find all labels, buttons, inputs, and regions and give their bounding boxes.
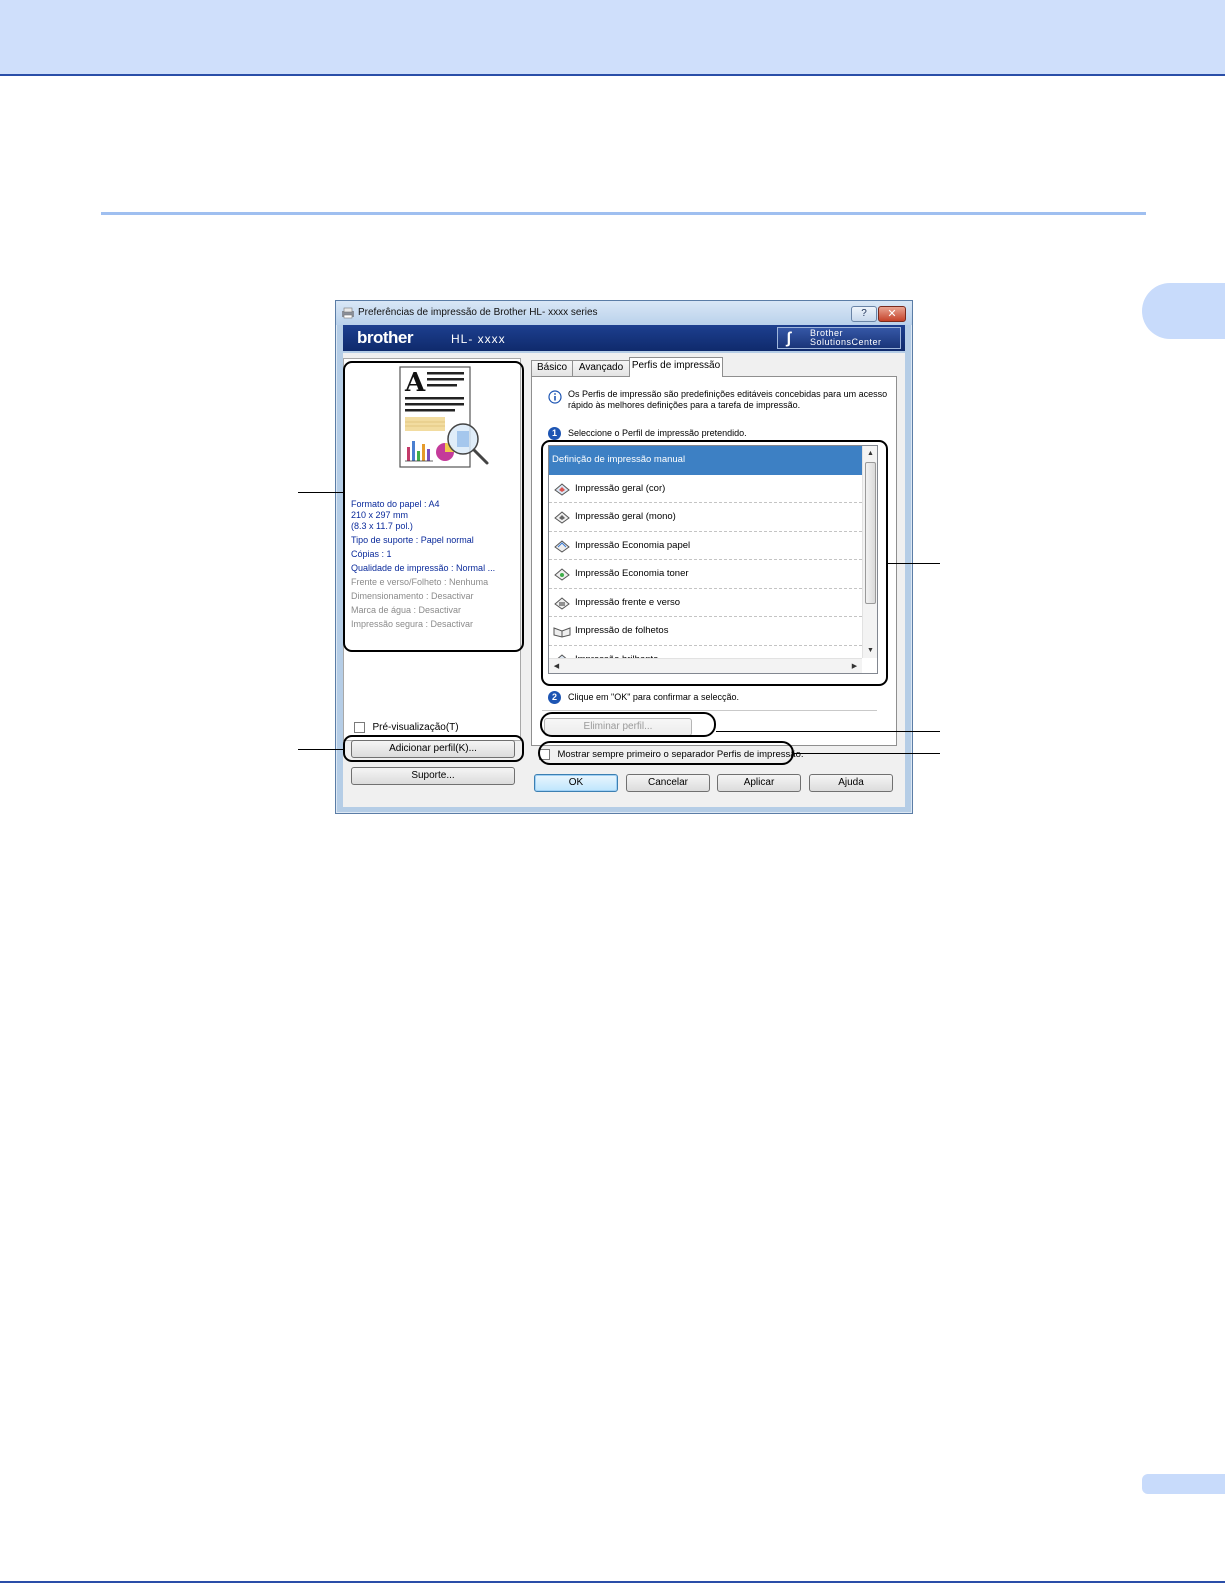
callout-leader-line [794, 753, 940, 754]
preview-checkbox-label: Pré-visualização(T) [372, 722, 459, 734]
ok-button[interactable]: OK [534, 774, 618, 792]
callout-leader-line [888, 563, 940, 564]
callout-leader-line [716, 731, 940, 732]
callout-leader-line [298, 492, 344, 493]
callout-settings-summary [343, 361, 524, 652]
brand-banner: brother HL- xxxx ʃ Brother SolutionsCent… [343, 325, 905, 351]
close-icon[interactable]: ✕ [878, 306, 906, 322]
divider [542, 710, 877, 711]
page-header-band [0, 0, 1225, 76]
step-1-badge: 1 [548, 427, 561, 440]
tab-basic[interactable]: Básico [531, 360, 573, 376]
support-button[interactable]: Suporte... [351, 767, 515, 785]
solutions-center-icon: ʃ [786, 330, 792, 347]
info-icon [548, 390, 562, 404]
help-icon[interactable]: ? [851, 306, 877, 322]
callout-delete-profile [540, 712, 716, 737]
callout-add-profile [343, 735, 524, 762]
profiles-description: Os Perfis de impressão são predefinições… [568, 389, 888, 410]
brother-logo: brother [357, 328, 414, 347]
model-name: HL- xxxx [451, 332, 506, 346]
preview-checkbox[interactable] [354, 722, 365, 734]
dialog-titlebar[interactable]: Preferências de impressão de Brother HL-… [336, 301, 912, 325]
help-button[interactable]: Ajuda [809, 774, 893, 792]
apply-button[interactable]: Aplicar [717, 774, 801, 792]
footer-rule [0, 1581, 1225, 1583]
callout-always-show-first [538, 741, 794, 765]
step-2-instruction: Clique em "OK" para confirmar a selecção… [568, 692, 739, 702]
callout-leader-line [298, 749, 344, 750]
cancel-button[interactable]: Cancelar [626, 774, 710, 792]
step-1-instruction: Seleccione o Perfil de impressão pretend… [568, 428, 747, 438]
section-rule [101, 212, 1146, 215]
step-2-badge: 2 [548, 691, 561, 704]
tab-print-profiles[interactable]: Perfis de impressão [629, 357, 723, 377]
tab-advanced[interactable]: Avançado [572, 360, 630, 376]
printer-icon [342, 307, 354, 319]
solutions-center-label: Brother SolutionsCenter [810, 328, 882, 347]
callout-profile-list [541, 440, 888, 686]
page-number-tab [1142, 1474, 1225, 1494]
solutions-center-button[interactable]: ʃ Brother SolutionsCenter [777, 327, 901, 349]
chapter-tab [1142, 283, 1225, 339]
dialog-title: Preferências de impressão de Brother HL-… [358, 307, 598, 318]
preview-checkbox-row[interactable]: Pré-visualização(T) [354, 719, 459, 734]
